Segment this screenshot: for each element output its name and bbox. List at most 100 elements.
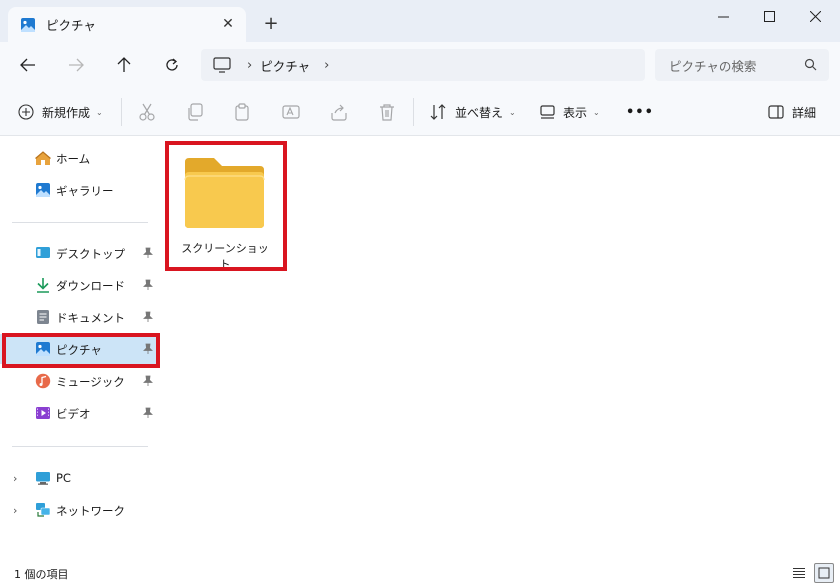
sidebar-divider	[12, 222, 148, 223]
maximize-button[interactable]	[746, 0, 792, 32]
sidebar-item-home[interactable]: ホーム	[0, 143, 160, 173]
minimize-button[interactable]	[700, 0, 746, 32]
close-icon	[809, 10, 821, 22]
chevron-down-icon: ⌄	[593, 107, 600, 117]
cut-button[interactable]	[138, 88, 156, 136]
highlight-box-sidebar	[2, 333, 160, 368]
sidebar-item-label: ビデオ	[56, 407, 91, 421]
forward-button[interactable]	[62, 52, 90, 78]
arrow-left-icon	[20, 58, 35, 72]
sidebar-item-desktop[interactable]: デスクトップ	[0, 238, 160, 268]
breadcrumb-pictures[interactable]: ピクチャ	[260, 56, 310, 75]
refresh-icon	[166, 58, 178, 71]
see-more-button[interactable]: •••	[626, 88, 654, 136]
toolbar-divider	[413, 98, 414, 126]
paste-icon	[235, 103, 249, 121]
chevron-down-icon: ⌄	[509, 107, 516, 117]
tiles-view-icon	[818, 567, 830, 579]
new-tab-button[interactable]: +	[262, 13, 280, 34]
tiles-view-button[interactable]	[814, 563, 834, 583]
network-icon	[36, 503, 51, 517]
sort-button[interactable]: 並べ替え ⌄	[430, 88, 516, 136]
sidebar-item-music[interactable]: ミュージック	[0, 366, 160, 396]
search-input[interactable]: ピクチャの検索	[655, 49, 829, 81]
address-row: › ピクチャ › ピクチャの検索	[0, 42, 840, 88]
computer-icon	[213, 57, 231, 73]
new-button-label: 新規作成	[42, 105, 91, 120]
video-icon	[36, 407, 50, 419]
sidebar-item-label: ドキュメント	[56, 311, 125, 325]
sidebar-item-label: ギャラリー	[56, 184, 114, 198]
details-pane-icon	[768, 105, 784, 119]
pin-icon[interactable]	[142, 407, 154, 419]
pictures-icon	[21, 17, 35, 32]
copy-icon	[188, 103, 203, 121]
trash-icon	[380, 104, 394, 121]
search-icon	[804, 58, 817, 71]
minimize-icon	[717, 16, 729, 17]
address-bar[interactable]: › ピクチャ ›	[201, 49, 645, 81]
arrow-up-icon	[117, 57, 131, 72]
cut-icon	[139, 103, 155, 121]
sort-icon	[430, 104, 446, 120]
chevron-right-icon[interactable]: ›	[324, 58, 329, 73]
item-count: 1 個の項目	[14, 568, 69, 581]
title-bar: ピクチャ ✕ +	[0, 0, 840, 42]
back-button[interactable]	[14, 52, 42, 78]
rename-icon	[282, 105, 300, 119]
details-button[interactable]: 詳細	[768, 88, 816, 136]
highlight-box-folder	[165, 141, 287, 271]
sidebar-item-pc[interactable]: › PC	[0, 463, 160, 493]
sidebar-item-downloads[interactable]: ダウンロード	[0, 270, 160, 300]
view-button[interactable]: 表示 ⌄	[540, 88, 600, 136]
sidebar-item-label: ホーム	[56, 152, 91, 166]
pin-icon[interactable]	[142, 279, 154, 291]
share-icon	[331, 104, 347, 121]
refresh-button[interactable]	[158, 52, 186, 78]
up-button[interactable]	[110, 52, 138, 78]
chevron-right-icon[interactable]: ›	[13, 504, 17, 517]
pin-icon[interactable]	[142, 247, 154, 259]
arrow-right-icon	[69, 58, 84, 72]
list-view-icon	[793, 568, 805, 578]
details-button-label: 詳細	[792, 105, 817, 120]
sidebar-item-label: PC	[56, 471, 71, 485]
plus-circle-icon	[18, 104, 34, 120]
sidebar-item-label: ミュージック	[56, 375, 125, 389]
pin-icon[interactable]	[142, 375, 154, 387]
desktop-icon	[36, 247, 50, 258]
paste-button[interactable]	[234, 88, 252, 136]
gallery-icon	[36, 183, 50, 197]
document-icon	[37, 310, 49, 324]
toolbar-divider	[121, 98, 122, 126]
close-window-button[interactable]	[792, 0, 838, 32]
share-button[interactable]	[330, 88, 348, 136]
tab-pictures[interactable]: ピクチャ ✕	[8, 7, 246, 42]
new-button[interactable]: 新規作成 ⌄	[18, 88, 103, 136]
rename-button[interactable]	[282, 88, 300, 136]
view-button-label: 表示	[563, 105, 588, 120]
sidebar-item-documents[interactable]: ドキュメント	[0, 302, 160, 332]
view-icon	[540, 105, 555, 119]
chevron-right-icon: ›	[247, 57, 253, 73]
maximize-icon	[763, 10, 775, 22]
tab-title: ピクチャ	[46, 18, 96, 33]
close-tab-icon[interactable]: ✕	[220, 16, 236, 32]
sidebar-item-label: ネットワーク	[56, 504, 125, 518]
sidebar-item-label: デスクトップ	[56, 247, 125, 261]
details-view-button[interactable]	[789, 563, 809, 583]
sidebar-item-gallery[interactable]: ギャラリー	[0, 175, 160, 205]
search-placeholder: ピクチャの検索	[669, 58, 757, 74]
sidebar-item-label: ダウンロード	[56, 279, 125, 293]
chevron-down-icon: ⌄	[96, 107, 103, 117]
status-bar: 1 個の項目	[0, 560, 840, 586]
pin-icon[interactable]	[142, 311, 154, 323]
delete-button[interactable]	[378, 88, 396, 136]
music-icon	[35, 373, 51, 389]
download-icon	[37, 278, 49, 293]
computer-icon	[36, 472, 50, 485]
sidebar-item-videos[interactable]: ビデオ	[0, 398, 160, 428]
copy-button[interactable]	[186, 88, 204, 136]
chevron-right-icon[interactable]: ›	[13, 472, 17, 485]
sidebar-item-network[interactable]: › ネットワーク	[0, 495, 160, 525]
